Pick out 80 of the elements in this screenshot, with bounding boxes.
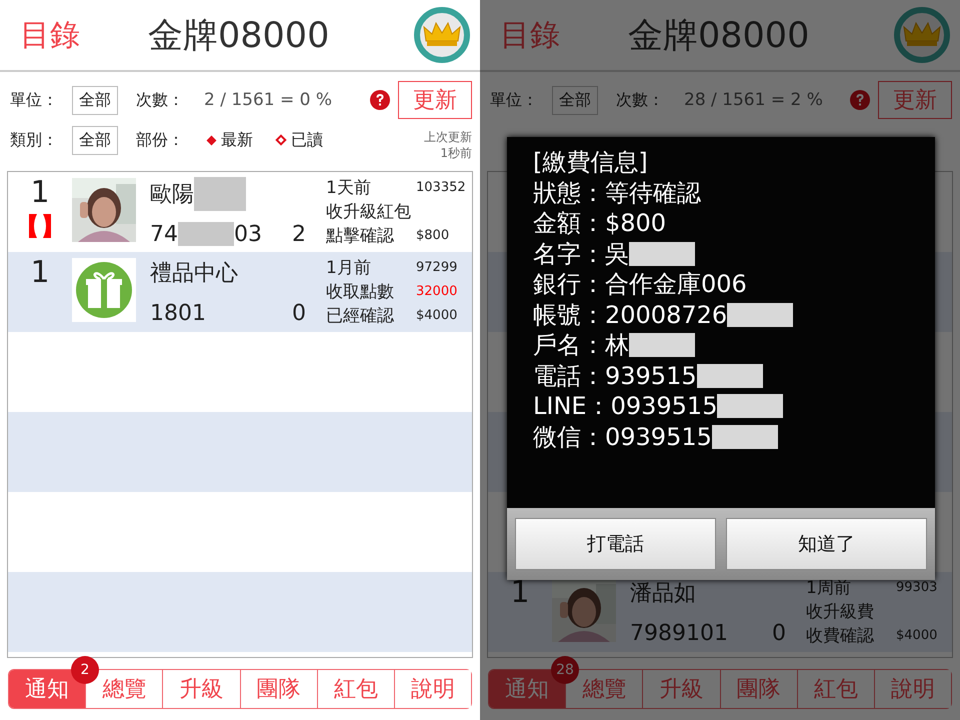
field-value: 20008726 [605,300,728,330]
filter-label: 單位： [10,90,59,110]
member-id: 74 [150,222,178,247]
legend-label: 已讀 [291,130,323,150]
menu-link[interactable]: 目錄 [20,14,148,56]
field-label: 微信： [533,422,605,452]
tab[interactable]: 說明 [874,670,952,708]
member-id: 03 [234,222,262,247]
list-row[interactable]: 1 潘品如 7989101 0 1周前 收升級費 收費確認 99303 $4000 [488,572,952,652]
help-icon[interactable] [850,90,870,110]
field-label: LINE： [533,391,611,422]
order-number: 103352 [416,179,466,197]
member-name: 禮品中心 [150,260,238,288]
refresh-button[interactable]: 更新 [398,81,472,119]
tab[interactable]: 說明 [394,670,472,708]
time-ago: 1周前 [806,577,852,600]
rank-number: 1 [510,576,530,610]
action-text: 收取點數 [326,281,395,304]
field-value: 0939515 [610,391,718,422]
count-ratio: 2 / 1561 = 0 % [204,90,332,110]
menu-link[interactable]: 目錄 [500,14,628,56]
field-label: 電話： [533,360,605,391]
last-update-label: 上次更新 [424,129,472,145]
field-label: 金額： [533,208,605,238]
filter-label: 部份： [136,130,184,150]
legend-label: 最新 [221,130,253,150]
count-value: 2 [292,222,306,247]
status-text: 收費確認 [806,625,875,648]
field-label: 銀行： [533,269,605,300]
action-text: 收升級紅包 [326,201,412,224]
dialog-button[interactable]: 打電話 [515,518,716,570]
status-text: 點擊確認 [326,225,395,248]
unit-dropdown[interactable]: 全部 [552,86,598,114]
member-name: 歐陽 [150,181,194,210]
field-value: 林 [605,330,629,360]
rank-number: 1 [30,176,50,210]
status-text: 已經確認 [326,305,395,328]
crown-icon[interactable] [894,7,950,63]
field-value: 939515 [605,360,697,391]
field-value: 0939515 [605,422,712,452]
member-name: 潘品如 [630,580,696,608]
amount-value: $800 [416,227,450,245]
unit-dropdown[interactable]: 全部 [72,86,118,114]
order-number: 99303 [896,579,938,597]
list-row[interactable]: 1 禮品中心 1801 0 1月前 收取點數 已經確認 97299 32000 $4000 [8,252,472,332]
dialog-title: [繳費信息] [533,147,649,178]
help-icon[interactable] [370,90,390,110]
field-value: 合作金庫006 [605,269,747,300]
order-number: 97299 [416,259,458,277]
filter-label: 次數： [136,90,184,110]
field-label: 帳號： [533,300,605,330]
filter-label: 次數： [616,90,664,110]
dialog-button[interactable]: 知道了 [726,518,927,570]
refresh-button[interactable]: 更新 [878,81,952,119]
crown-icon[interactable] [414,7,470,63]
member-id: 1801 [150,300,206,326]
field-value: 等待確認 [605,178,701,208]
amount-value: $4000 [896,627,938,645]
app-title: 金牌08000 [628,14,810,58]
category-dropdown[interactable]: 全部 [72,126,118,154]
count-ratio: 28 / 1561 = 2 % [684,90,823,110]
action-text: 收升級費 [806,601,875,624]
field-value: $800 [605,208,666,238]
count-value: 0 [292,300,306,326]
amount-value: $4000 [416,307,458,325]
filter-label: 類別： [10,130,59,150]
field-label: 戶名： [533,330,605,360]
filter-label: 單位： [490,90,539,110]
field-label: 名字： [533,238,605,269]
time-ago: 1月前 [326,257,372,280]
count-value: 0 [772,620,786,646]
field-value: 吳 [605,238,629,269]
last-update-time: 1秒前 [440,145,472,161]
member-id: 7989101 [630,620,728,646]
gift-icon [72,258,136,322]
app-title: 金牌08000 [148,14,330,58]
points-value: 32000 [416,283,458,301]
rank-number: 1 [30,256,50,290]
time-ago: 1天前 [326,177,372,200]
field-label: 狀態： [533,178,605,208]
